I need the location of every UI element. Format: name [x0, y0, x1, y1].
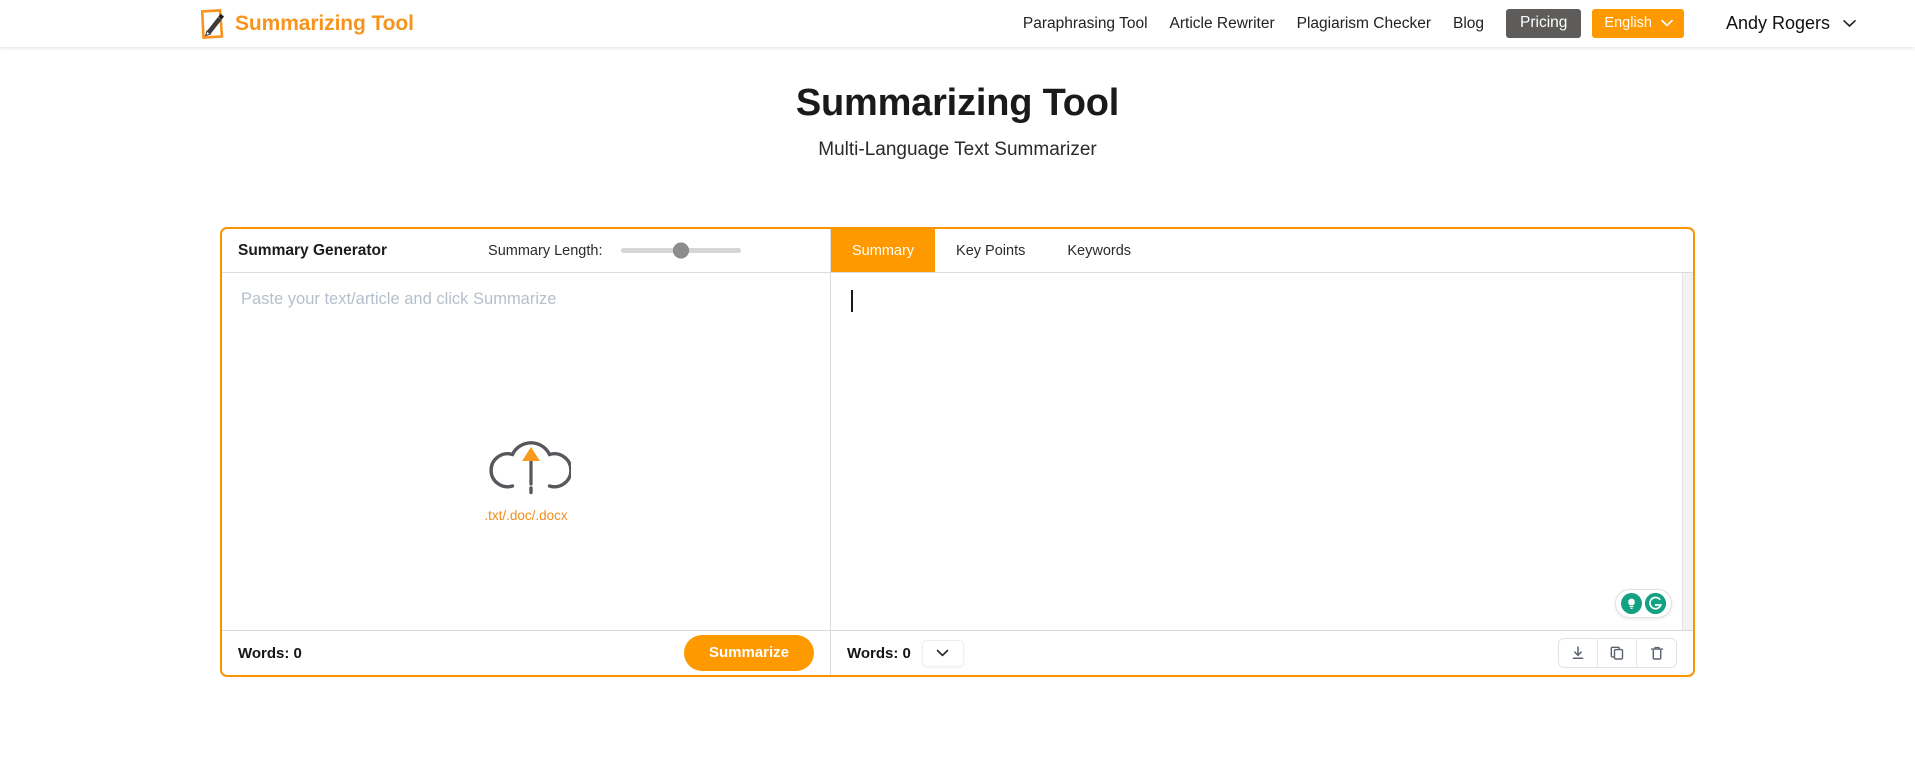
summary-length-label: Summary Length: [488, 242, 603, 259]
delete-icon[interactable] [1637, 639, 1676, 667]
site-header: Summarizing Tool Paraphrasing Tool Artic… [0, 0, 1915, 47]
input-placeholder: Paste your text/article and click Summar… [241, 290, 557, 308]
brand-name: Summarizing Tool [235, 11, 414, 35]
summarize-button[interactable]: Summarize [683, 635, 814, 671]
grammarly-widget[interactable] [1615, 589, 1672, 618]
generator-title: Summary Generator [238, 241, 388, 259]
main-navigation: Paraphrasing Tool Article Rewriter Plagi… [1012, 0, 1856, 47]
tab-summary[interactable]: Summary [831, 229, 936, 272]
output-pane: Summary Key Points Keywords Words: 0 [831, 229, 1693, 675]
output-word-count: Words: 0 [847, 644, 911, 662]
summarizer-tool: Summary Generator Summary Length: Paste … [220, 227, 1695, 677]
user-account-menu[interactable]: Andy Rogers [1726, 13, 1856, 34]
input-word-count: Words: 0 [238, 644, 302, 662]
copy-icon[interactable] [1598, 639, 1637, 667]
input-toolbar: Summary Generator Summary Length: [222, 229, 830, 273]
tool-card: Summary Generator Summary Length: Paste … [220, 227, 1695, 677]
text-caret [851, 290, 853, 312]
input-textarea[interactable]: Paste your text/article and click Summar… [222, 273, 830, 630]
chevron-down-icon [1661, 19, 1673, 27]
download-icon[interactable] [1559, 639, 1598, 667]
language-selector-label: English [1604, 15, 1652, 31]
output-tabbar: Summary Key Points Keywords [831, 229, 1693, 273]
summary-length-slider[interactable] [621, 243, 742, 258]
pen-paper-logo-icon [200, 8, 226, 39]
dropzone-caption: .txt/.doc/.docx [484, 508, 568, 523]
cloud-upload-icon [481, 431, 573, 504]
tab-keywords[interactable]: Keywords [1046, 229, 1152, 272]
language-selector[interactable]: English [1592, 9, 1684, 38]
output-options-dropdown[interactable] [921, 639, 964, 667]
output-textarea[interactable] [831, 273, 1693, 630]
nav-article-rewriter[interactable]: Article Rewriter [1159, 0, 1286, 47]
output-tabs: Summary Key Points Keywords [831, 229, 1152, 272]
output-footer: Words: 0 [831, 630, 1693, 675]
nav-paraphrasing-tool[interactable]: Paraphrasing Tool [1012, 0, 1159, 47]
input-footer: Words: 0 Summarize [222, 630, 830, 675]
tab-key-points[interactable]: Key Points [935, 229, 1046, 272]
nav-plagiarism-checker[interactable]: Plagiarism Checker [1286, 0, 1442, 47]
page-title: Summarizing Tool [795, 82, 1120, 124]
output-actions [1558, 638, 1677, 668]
grammarly-g-icon[interactable] [1645, 593, 1666, 614]
page-header: Summarizing Tool Multi-Language Text Sum… [0, 47, 1915, 161]
summary-length-control: Summary Length: [488, 242, 742, 259]
lightbulb-icon[interactable] [1621, 593, 1642, 614]
user-name: Andy Rogers [1725, 13, 1831, 33]
chevron-down-icon [1843, 19, 1856, 28]
file-dropzone[interactable]: .txt/.doc/.docx [222, 431, 830, 523]
brand-logo-link[interactable]: Summarizing Tool [200, 8, 414, 39]
output-scrollbar[interactable] [1682, 273, 1693, 630]
input-pane: Summary Generator Summary Length: Paste … [222, 229, 831, 675]
slider-thumb[interactable] [673, 243, 689, 258]
page-subtitle: Multi-Language Text Summarizer [818, 139, 1097, 160]
nav-pricing-button[interactable]: Pricing [1506, 9, 1582, 38]
chevron-down-icon [936, 644, 949, 662]
nav-blog[interactable]: Blog [1442, 0, 1495, 47]
